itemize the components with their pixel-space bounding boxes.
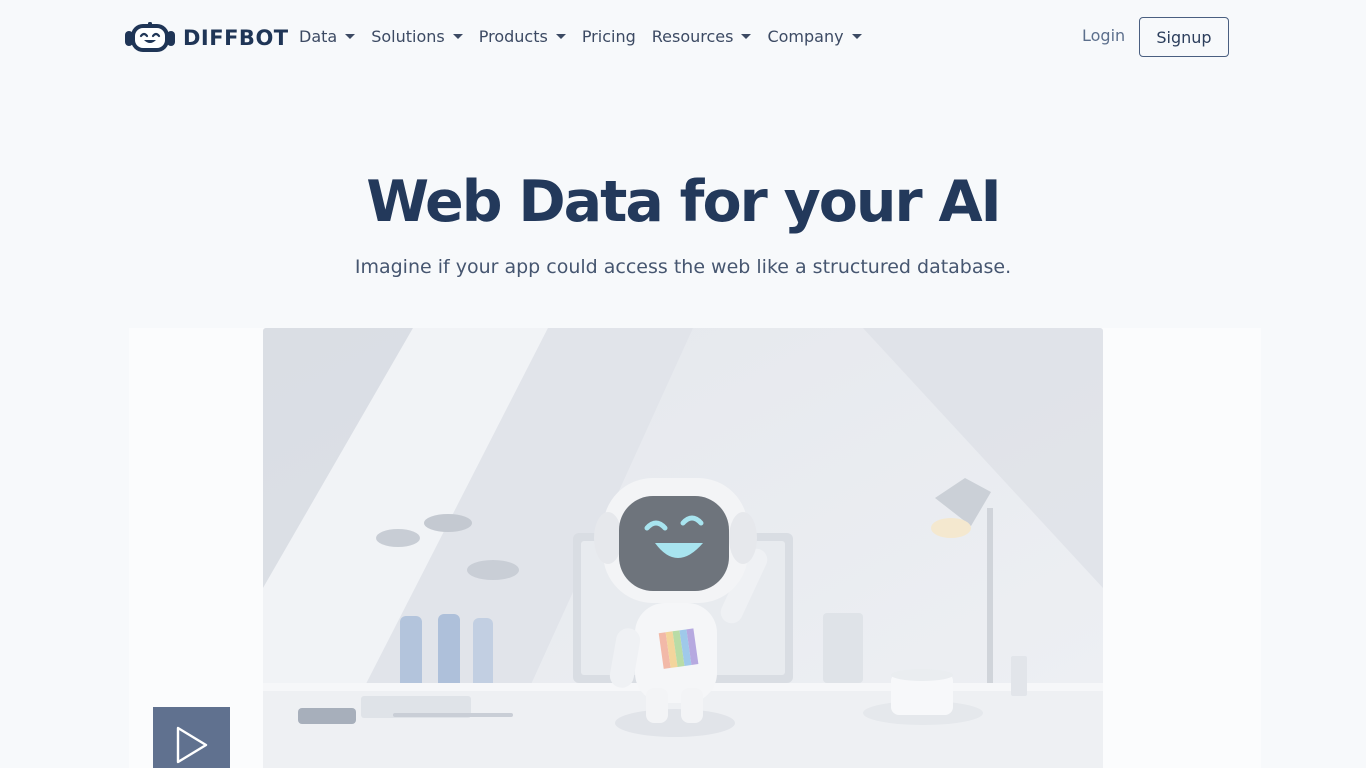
nav-item-company[interactable]: Company [767, 26, 862, 46]
nav-item-label: Company [767, 26, 844, 46]
nav-item-label: Products [478, 26, 548, 46]
nav-item-products[interactable]: Products [479, 27, 566, 46]
caret-down-icon [555, 33, 566, 39]
video-section [129, 328, 1261, 768]
nav-item-pricing[interactable]: Pricing [582, 27, 636, 46]
video-poster[interactable] [263, 328, 1103, 768]
nav-item-data[interactable]: Data [299, 26, 356, 46]
caret-down-icon [345, 33, 356, 39]
login-link[interactable]: Login [1082, 26, 1125, 45]
play-button[interactable] [153, 707, 230, 768]
caret-down-icon [851, 33, 862, 39]
caret-down-icon [741, 33, 752, 39]
nav-item-resources[interactable]: Resources [652, 27, 752, 46]
navbar: DIFFBOT Data Solutions Products Pricing … [0, 0, 1366, 72]
brand-link[interactable]: DIFFBOT [124, 22, 289, 54]
nav-item-solutions[interactable]: Solutions [371, 27, 463, 46]
nav-item-label: Pricing [581, 26, 636, 46]
nav-item-label: Resources [651, 26, 734, 46]
robot-desk-illustration [263, 328, 1103, 768]
diffbot-logo-icon [125, 22, 175, 52]
play-icon [176, 726, 208, 764]
hero-subtitle: Imagine if your app could access the web… [354, 256, 1012, 278]
nav-item-label: Solutions [371, 26, 445, 46]
hero-title: Web Data for your AI [366, 169, 1002, 235]
primary-nav: Data Solutions Products Pricing Resource… [299, 24, 878, 48]
brand-name: DIFFBOT [183, 26, 289, 50]
signup-button[interactable]: Signup [1139, 17, 1229, 57]
caret-down-icon [452, 33, 463, 39]
nav-item-label: Data [299, 26, 338, 46]
